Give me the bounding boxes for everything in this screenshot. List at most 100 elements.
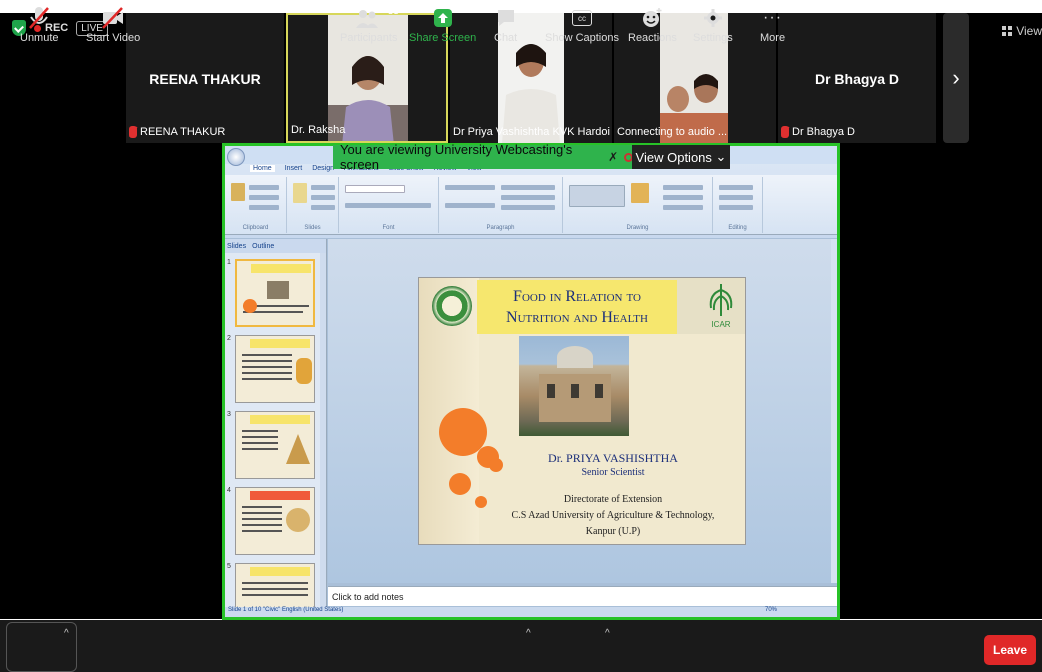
thumbnail-number: 1 xyxy=(227,259,231,266)
unmute-label: Unmute xyxy=(20,32,59,44)
shared-screen[interactable]: Home Insert Design Animations Slide Show… xyxy=(222,143,840,620)
ribbon-group-font[interactable]: Font xyxy=(339,177,439,233)
view-options-label: View Options xyxy=(635,149,712,165)
chevron-down-icon: ⌄ xyxy=(715,149,727,164)
slide-thumbnail[interactable] xyxy=(235,487,315,555)
panel-tab-slides[interactable]: Slides xyxy=(227,243,246,250)
ribbon-group-slides[interactable]: Slides xyxy=(287,177,339,233)
office-button-icon[interactable] xyxy=(227,148,245,166)
gear-icon xyxy=(703,9,722,27)
show-captions-button[interactable]: cc Show Captions xyxy=(545,4,619,44)
ribbon: Clipboard Slides Font Paragraph Drawing … xyxy=(225,175,837,235)
meeting-toolbar xyxy=(0,620,1042,672)
group-label: Font xyxy=(382,225,395,231)
participant-name-large: Dr Bhagya D xyxy=(814,71,900,87)
participant-label-text: Dr Priya Vashishtha KVK Hardoi xyxy=(453,126,610,138)
share-screen-icon xyxy=(433,9,452,27)
panel-tabs: Slides Outline xyxy=(225,239,326,253)
participant-label-text: Connecting to audio ... xyxy=(617,126,728,138)
viewing-screen-banner: You are viewing University Webcasting's … xyxy=(333,142,633,172)
participant-label: Dr Bhagya D xyxy=(781,126,855,138)
captions-options-caret-icon[interactable]: ^ xyxy=(605,628,610,639)
thumbnail-number: 3 xyxy=(227,411,231,418)
view-options-button[interactable]: View Options ⌄ xyxy=(632,145,730,169)
video-off-icon xyxy=(102,7,124,29)
group-label: Paragraph xyxy=(486,225,515,231)
slide-thumbnail[interactable] xyxy=(235,563,315,607)
reactions-button[interactable]: Reactions xyxy=(628,4,677,44)
more-dots-icon: ··· xyxy=(763,9,783,26)
zoom-meeting-window: REC LIVE View REENA THAKUR REENA THAKUR … xyxy=(0,0,1042,672)
muted-mic-icon xyxy=(781,126,789,138)
participant-label-text: Dr. Raksha xyxy=(291,124,346,136)
group-label: Editing xyxy=(728,225,747,231)
notes-pane[interactable]: Click to add notes xyxy=(328,586,837,606)
view-label: View xyxy=(1016,24,1042,38)
current-slide[interactable]: Food in Relation to Nutrition and Health… xyxy=(418,277,746,545)
chat-button[interactable]: Chat xyxy=(494,4,517,44)
university-building-photo xyxy=(519,336,629,436)
slide-thumbnail[interactable] xyxy=(235,411,315,479)
participant-tile-reena[interactable]: REENA THAKUR REENA THAKUR xyxy=(126,13,284,143)
thumbnail-number: 5 xyxy=(227,563,231,570)
presenter-role: Senior Scientist xyxy=(581,467,645,478)
ribbon-group-drawing[interactable]: Drawing xyxy=(563,177,713,233)
start-video-button[interactable]: Start Video xyxy=(86,4,140,44)
group-label: Drawing xyxy=(626,225,649,231)
participant-tile-bhagya[interactable]: Dr Bhagya D Dr Bhagya D xyxy=(778,13,936,143)
ribbon-group-editing[interactable]: Editing xyxy=(713,177,763,233)
participant-label: Dr. Raksha xyxy=(291,124,345,136)
reactions-icon xyxy=(643,8,662,27)
chat-options-caret-icon[interactable]: ^ xyxy=(526,628,531,639)
presenter-name: Dr. PRIYA VASHISHTHA xyxy=(548,451,678,465)
chat-label: Chat xyxy=(494,32,518,44)
viewing-banner-text: You are viewing University Webcasting's … xyxy=(340,142,573,172)
participants-label: Participants xyxy=(340,32,398,44)
group-label: Slides xyxy=(304,225,321,231)
ribbon-tab-design[interactable]: Design xyxy=(312,165,334,172)
settings-button[interactable]: Settings xyxy=(693,4,733,44)
muted-microphone-icon xyxy=(29,7,50,29)
statusbar-text: Slide 1 of 10 "Civic" English (United St… xyxy=(228,607,344,613)
slide-thumbnail[interactable] xyxy=(235,259,315,327)
icar-logo-text: ICAR xyxy=(711,320,730,329)
more-label: More xyxy=(760,32,786,44)
panel-tab-outline[interactable]: Outline xyxy=(252,243,274,250)
chat-icon xyxy=(497,10,514,26)
captions-label: Show Captions xyxy=(545,32,619,44)
zoom-level[interactable]: 70% xyxy=(765,607,777,613)
participant-label: Connecting to audio ... xyxy=(617,126,727,138)
slide-thumbnail[interactable] xyxy=(235,335,315,403)
ribbon-group-paragraph[interactable]: Paragraph xyxy=(439,177,563,233)
thumbnail-number: 2 xyxy=(227,335,231,342)
gallery-grid-icon xyxy=(1002,26,1013,36)
ribbon-group-clipboard[interactable]: Clipboard xyxy=(225,177,287,233)
participant-label-text: Dr Bhagya D xyxy=(792,126,855,138)
muted-mic-icon: ✗ xyxy=(608,150,619,164)
panel-scrollbar[interactable] xyxy=(320,253,326,607)
presenter-dept: Directorate of Extension xyxy=(563,494,663,505)
view-button[interactable]: View xyxy=(1002,24,1042,38)
participants-button[interactable]: 33 Participants xyxy=(340,4,399,44)
share-screen-button[interactable]: Share Screen xyxy=(409,4,476,44)
settings-label: Settings xyxy=(693,32,733,44)
slides-panel: Slides Outline 1 2 3 4 5 xyxy=(225,239,327,607)
university-logo xyxy=(432,286,472,326)
participant-label-text: REENA THAKUR xyxy=(140,126,226,138)
thumbnail-number: 4 xyxy=(227,487,231,494)
ribbon-tab-insert[interactable]: Insert xyxy=(285,165,303,172)
more-button[interactable]: ··· More xyxy=(760,4,785,44)
reactions-label: Reactions xyxy=(628,32,677,44)
icar-logo: ICAR xyxy=(709,284,733,329)
ribbon-tab-home[interactable]: Home xyxy=(250,165,275,172)
leave-button[interactable]: Leave xyxy=(984,635,1036,665)
participant-label: Dr Priya Vashishtha KVK Hardoi xyxy=(453,126,610,138)
share-screen-label: Share Screen xyxy=(409,32,477,44)
unmute-button[interactable]: Unmute xyxy=(20,4,59,44)
audio-options-caret-icon[interactable]: ^ xyxy=(64,628,69,639)
start-video-label: Start Video xyxy=(86,32,141,44)
group-label: Clipboard xyxy=(242,225,269,231)
editor-scrollbar[interactable] xyxy=(831,239,837,583)
next-page-button[interactable]: › xyxy=(943,13,969,143)
muted-mic-icon xyxy=(129,126,137,138)
